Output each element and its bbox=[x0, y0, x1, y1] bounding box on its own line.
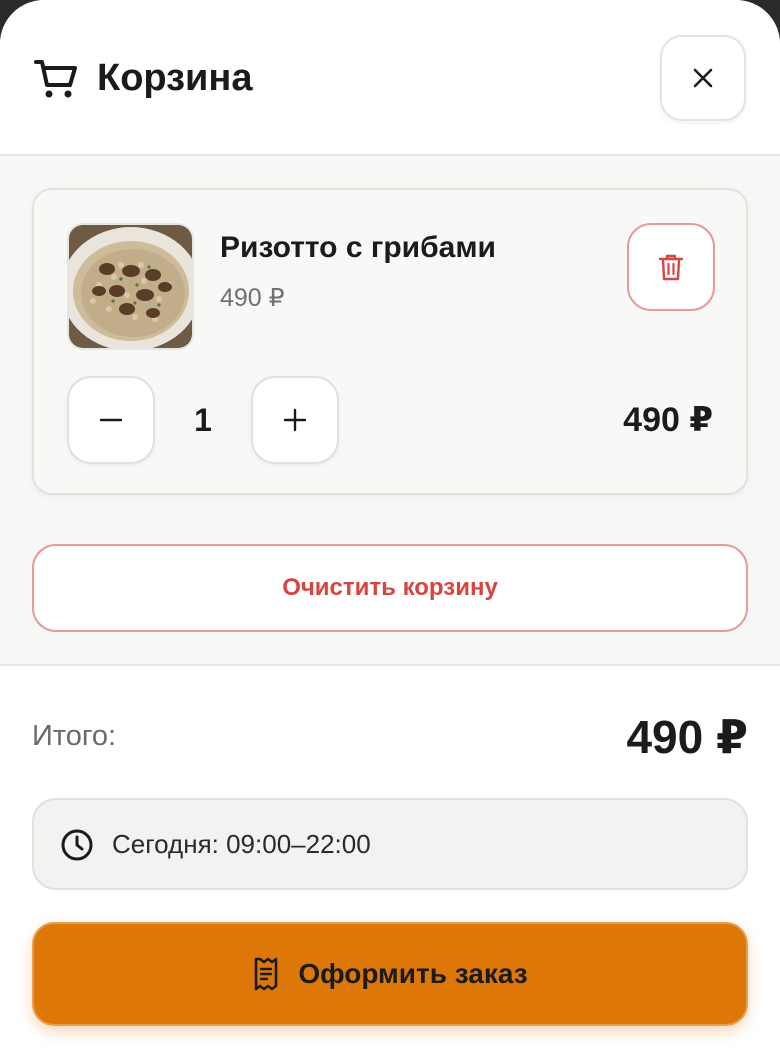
decrease-quantity-button[interactable] bbox=[67, 376, 155, 464]
checkout-label: Оформить заказ bbox=[298, 958, 528, 989]
cart-sheet: Корзина Ризотто с грибами 490 ₽ 1 490 ₽ … bbox=[0, 0, 780, 1058]
minus-icon bbox=[99, 418, 123, 422]
close-button[interactable] bbox=[660, 35, 746, 121]
opening-hours: Сегодня: 09:00–22:00 bbox=[32, 798, 748, 890]
item-line-total: 490 ₽ bbox=[623, 401, 713, 439]
receipt-icon bbox=[255, 957, 278, 991]
close-icon bbox=[693, 68, 713, 88]
opening-hours-text: Сегодня: 09:00–22:00 bbox=[112, 828, 371, 859]
item-unit-price: 490 ₽ bbox=[220, 284, 285, 312]
checkout-button[interactable]: Оформить заказ bbox=[32, 922, 748, 1026]
total-value: 490 ₽ bbox=[626, 711, 748, 763]
cart-icon bbox=[34, 60, 77, 98]
clear-cart-button[interactable]: Очистить корзину bbox=[32, 544, 748, 632]
clock-icon bbox=[61, 829, 93, 861]
quantity-value: 1 bbox=[194, 401, 212, 438]
item-image bbox=[67, 223, 194, 350]
delete-item-button[interactable] bbox=[627, 223, 715, 311]
risotto-image bbox=[69, 225, 192, 348]
cart-header: Корзина bbox=[0, 0, 780, 156]
plus-icon bbox=[283, 408, 307, 432]
increase-quantity-button[interactable] bbox=[251, 376, 339, 464]
cart-item: Ризотто с грибами 490 ₽ 1 490 ₽ bbox=[32, 188, 748, 495]
page-title: Корзина bbox=[97, 57, 253, 99]
item-name: Ризотто с грибами bbox=[220, 231, 496, 264]
total-label: Итого: bbox=[32, 720, 117, 752]
trash-icon bbox=[658, 254, 684, 281]
cart-items-area: Ризотто с грибами 490 ₽ 1 490 ₽ Очистить… bbox=[0, 156, 780, 666]
